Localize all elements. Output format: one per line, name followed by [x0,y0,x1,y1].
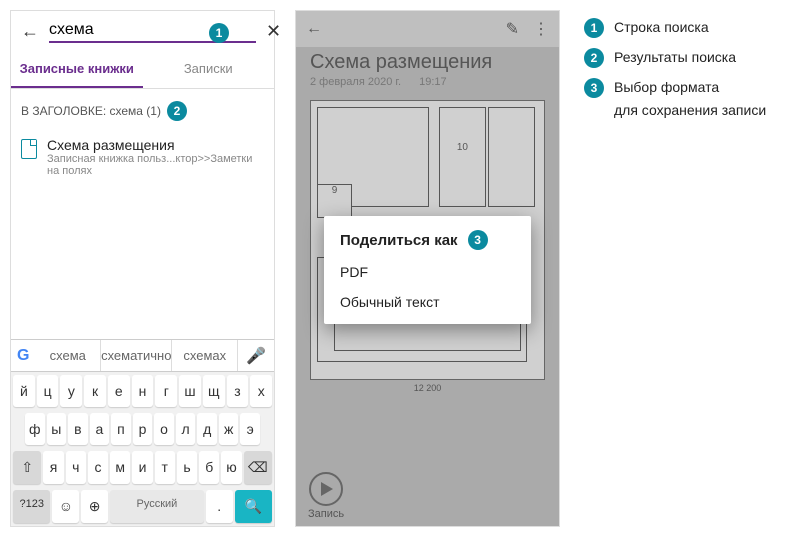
tab-notebooks[interactable]: Записные книжки [11,51,143,88]
suggestion[interactable]: схема [35,340,101,371]
edit-icon[interactable]: ✎ [506,19,519,39]
key[interactable]: х [250,375,272,407]
legend-badge-2: 2 [584,48,604,68]
suggestion-row: G схема схематично схемах 🎤 [11,339,274,372]
play-label: Запись [308,508,344,520]
callout-badge-2: 2 [167,101,187,121]
globe-key[interactable]: ⊕ [81,490,108,523]
key[interactable]: ц [37,375,59,407]
results-section-header: В ЗАГОЛОВКЕ: схема (1) 2 [11,89,274,129]
dot-key[interactable]: . [206,490,233,523]
legend-badge-3: 3 [584,78,604,98]
key[interactable]: м [110,451,130,484]
key-row-3: ⇧ я ч с м и т ь б ю ⌫ [11,448,274,487]
key[interactable]: р [133,413,153,445]
key[interactable]: ф [25,413,45,445]
search-bar: ← 1 ✕ [11,11,274,51]
space-key[interactable]: Русский [110,490,204,523]
search-result[interactable]: Схема размещения Записная книжка польз..… [11,129,274,185]
note-meta: 2 февраля 2020 г. 19:17 [296,74,559,90]
key[interactable]: б [199,451,219,484]
note-time: 19:17 [419,76,447,88]
plan-dimension: 12 200 [311,383,544,393]
backspace-key[interactable]: ⌫ [244,451,272,484]
suggestion[interactable]: схематично [101,340,172,371]
legend: 1 Строка поиска 2 Результаты поиска 3 Вы… [580,10,790,527]
play-icon [321,482,333,496]
tab-notes[interactable]: Записки [143,51,275,88]
key[interactable]: г [155,375,177,407]
play-button[interactable] [309,472,343,506]
back-icon[interactable]: ← [306,20,322,38]
tabs: Записные книжки Записки [11,51,274,89]
key-row-1: й ц у к е н г ш щ з х [11,372,274,410]
key[interactable]: ы [47,413,67,445]
symbols-key[interactable]: ?123 [13,490,50,523]
key[interactable]: я [43,451,63,484]
callout-badge-3: 3 [468,230,488,250]
clear-icon[interactable]: ✕ [266,21,281,42]
share-option-text[interactable]: Обычный текст [340,280,515,310]
key[interactable]: п [111,413,131,445]
note-toolbar: ← ✎ ⋮ [296,11,559,47]
key[interactable]: т [155,451,175,484]
shift-key[interactable]: ⇧ [13,451,41,484]
result-title: Схема размещения [47,137,264,153]
legend-item-3: 3 Выбор формата [584,78,790,98]
key[interactable]: й [13,375,35,407]
legend-item-2: 2 Результаты поиска [584,48,790,68]
note-date: 2 февраля 2020 г. [310,76,401,88]
key[interactable]: е [108,375,130,407]
key[interactable]: с [88,451,108,484]
play-area: Запись [308,472,344,520]
key[interactable]: н [132,375,154,407]
phone-search-screen: ← 1 ✕ Записные книжки Записки В ЗАГОЛОВК… [10,10,275,527]
key[interactable]: о [154,413,174,445]
section-header-text: В ЗАГОЛОВКЕ: схема (1) [21,104,161,118]
emoji-key[interactable]: ☺ [52,490,79,523]
callout-badge-1: 1 [209,23,229,43]
key[interactable]: з [227,375,249,407]
dialog-title: Поделиться как 3 [340,230,515,250]
key[interactable]: к [84,375,106,407]
key[interactable]: ю [221,451,241,484]
key[interactable]: ь [177,451,197,484]
note-title: Схема размещения [296,47,559,74]
document-icon [21,139,37,159]
key[interactable]: у [60,375,82,407]
share-option-pdf[interactable]: PDF [340,250,515,280]
keyboard: G схема схематично схемах 🎤 й ц у к е н … [11,339,274,526]
legend-badge-1: 1 [584,18,604,38]
legend-item-1: 1 Строка поиска [584,18,790,38]
search-key[interactable]: 🔍 [235,490,272,523]
phone-note-screen: ← ✎ ⋮ Схема размещения 2 февраля 2020 г.… [295,10,560,527]
key[interactable]: э [240,413,260,445]
mic-icon[interactable]: 🎤 [238,346,274,366]
key[interactable]: а [90,413,110,445]
key-row-4: ?123 ☺ ⊕ Русский . 🔍 [11,487,274,526]
google-icon[interactable]: G [11,343,35,369]
legend-item-3-line2: для сохранения записи [614,102,790,118]
key[interactable]: ч [66,451,86,484]
key[interactable]: ж [219,413,239,445]
result-path: Записная книжка польз...ктор>>Заметки на… [47,153,264,177]
key[interactable]: л [176,413,196,445]
more-icon[interactable]: ⋮ [533,19,549,39]
key[interactable]: щ [203,375,225,407]
share-dialog: Поделиться как 3 PDF Обычный текст [324,216,531,324]
key-row-2: ф ы в а п р о л д ж э [11,410,274,448]
key[interactable]: и [132,451,152,484]
suggestion[interactable]: схемах [172,340,238,371]
key[interactable]: ш [179,375,201,407]
key[interactable]: д [197,413,217,445]
key[interactable]: в [68,413,88,445]
back-icon[interactable]: ← [21,21,39,42]
